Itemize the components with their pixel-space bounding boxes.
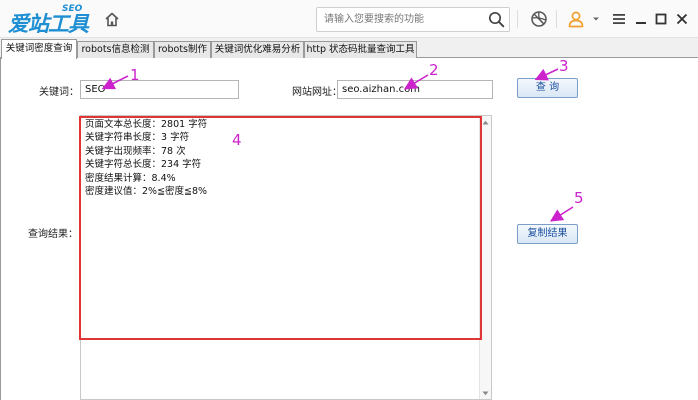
result-line: 关键字符串长度：3 字符	[85, 132, 190, 144]
tab-http-status[interactable]: http 状态码批量查询工具	[304, 41, 417, 58]
query-button[interactable]: 查 询	[517, 78, 578, 98]
search-button[interactable]	[485, 9, 507, 30]
result-scrollbar[interactable]	[479, 116, 491, 399]
scroll-down-arrow[interactable]	[480, 387, 491, 399]
result-line: 页面文本总长度：2801 字符	[85, 119, 208, 130]
user-icon	[568, 11, 584, 28]
tab-keyword-difficulty[interactable]: 关键词优化难易分析	[211, 41, 304, 58]
title-bar: 爱站工具包 SEO	[0, 0, 698, 66]
search-box	[316, 7, 510, 32]
result-line: 密度建议值：2%≦密度≦8%	[85, 186, 208, 198]
annotation-number-3: 3	[559, 57, 569, 75]
result-line: 关键字符总长度：234 字符	[85, 159, 202, 171]
maximize-button[interactable]	[651, 9, 671, 29]
minimize-button[interactable]	[631, 9, 651, 29]
annotation-number-5: 5	[574, 189, 584, 207]
result-line: 密度结果计算：8.4%	[85, 172, 176, 184]
tab-keyword-density[interactable]: 关键词密度查询	[1, 39, 77, 59]
search-icon	[488, 11, 504, 28]
tab-robots-check[interactable]: robots信息检测	[77, 41, 154, 58]
close-button[interactable]	[672, 9, 692, 29]
chevron-down-icon	[593, 17, 599, 21]
annotation-number-1: 1	[130, 66, 140, 84]
keyword-label: 关键词：	[39, 87, 79, 98]
tab-strip: 关键词密度查询 robots信息检测 robots制作 关键词优化难易分析 ht…	[0, 39, 698, 59]
user-menu-toggle[interactable]	[590, 9, 602, 29]
result-textarea[interactable]: 页面文本总长度：2801 字符 关键字符串长度：3 字符 关键字出现频率：78 …	[80, 115, 492, 400]
home-button[interactable]	[100, 8, 124, 30]
menu-button[interactable]	[609, 9, 629, 29]
chevron-down-icon	[482, 391, 489, 395]
result-line: 关键字出现频率：78 次	[85, 145, 186, 157]
maximize-icon	[655, 13, 667, 25]
tab-robots-make[interactable]: robots制作	[154, 41, 211, 58]
close-icon	[676, 13, 688, 25]
separator	[556, 10, 557, 28]
logo-superscript: SEO	[62, 4, 83, 14]
main-panel: 关键词： 网站网址： 查 询 查询结果： 页面文本总长度：2801 字符 关键字…	[0, 58, 698, 400]
site-label: 网站网址：	[292, 87, 342, 98]
scroll-up-arrow[interactable]	[480, 116, 491, 128]
keyword-input[interactable]	[80, 80, 239, 99]
annotation-number-4: 4	[232, 131, 242, 149]
menu-icon	[613, 14, 625, 24]
home-icon	[105, 12, 119, 26]
search-input[interactable]	[317, 8, 482, 31]
site-url-input[interactable]	[337, 80, 493, 99]
skin-button[interactable]	[529, 9, 549, 29]
result-lines: 页面文本总长度：2801 字符 关键字符串长度：3 字符 关键字出现频率：78 …	[85, 118, 465, 198]
result-label: 查询结果：	[28, 229, 78, 240]
copy-result-button[interactable]: 复制结果	[517, 224, 578, 244]
skin-icon	[531, 11, 547, 27]
separator	[517, 10, 518, 28]
minimize-icon	[636, 22, 646, 24]
app-logo: 爱站工具包 SEO	[8, 4, 90, 66]
annotation-number-2: 2	[429, 61, 439, 79]
chevron-up-icon	[482, 120, 489, 124]
user-button[interactable]	[566, 9, 586, 29]
